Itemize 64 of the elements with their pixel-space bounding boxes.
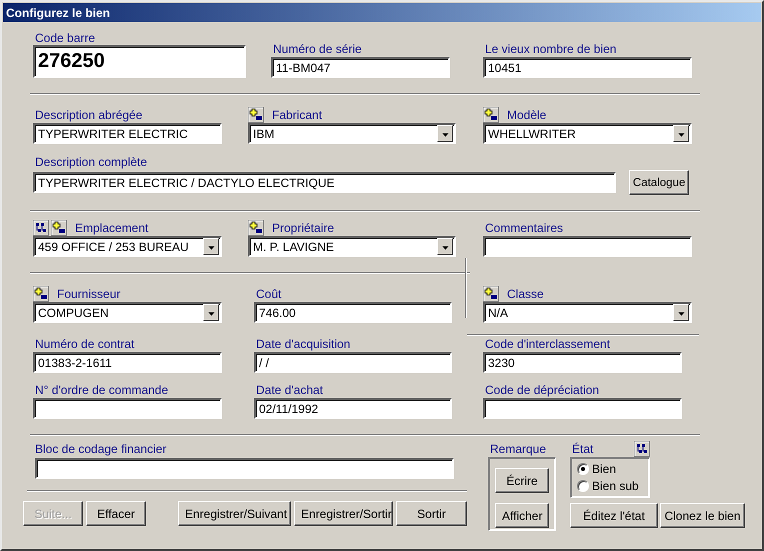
field-label: Code d'interclassement	[484, 337, 610, 351]
text-field[interactable]: TYPERWRITER ELECTRIC / DACTYLO ELECTRIQUE	[33, 172, 616, 193]
group-label: Remarque	[489, 442, 548, 457]
field-label: Bloc de codage financier	[34, 442, 168, 458]
dropdown-field[interactable]: M. P. LAVIGNE	[248, 236, 456, 257]
field-label: Coût	[255, 287, 282, 301]
button[interactable]: Enregistrer/Sortir	[294, 501, 393, 526]
text-field[interactable]	[483, 398, 682, 419]
field-label: Classe	[506, 287, 544, 301]
text-field[interactable]	[35, 458, 454, 479]
plus-minus-icon[interactable]	[483, 286, 499, 302]
field-label: Fournisseur	[56, 287, 120, 301]
radio-button[interactable]	[577, 463, 589, 475]
button[interactable]: Enregistrer/Suivant	[178, 501, 291, 526]
text-field[interactable]: 01383-2-1611	[33, 352, 222, 373]
radio-label: Bien sub	[592, 479, 639, 493]
field-label: Emplacement	[74, 221, 148, 235]
text-field[interactable]: 10451	[483, 57, 692, 78]
dropdown-field[interactable]: IBM	[248, 123, 456, 144]
plus-minus-icon[interactable]	[248, 107, 264, 123]
group-label: État	[571, 442, 594, 457]
text-field[interactable]: 11-BM047	[271, 57, 450, 78]
hierarchy-icon[interactable]	[634, 441, 650, 457]
button[interactable]: Clonez le bien	[660, 503, 745, 528]
field-label: Description abrégée	[34, 108, 142, 122]
field-label: Commentaires	[484, 221, 564, 235]
field-label: Date d'achat	[255, 383, 324, 397]
text-field[interactable]: 3230	[483, 352, 682, 373]
field-label: Modèle	[506, 108, 546, 122]
window-title: Configurez le bien	[6, 6, 110, 20]
button[interactable]: Afficher	[495, 503, 549, 528]
plus-minus-icon[interactable]	[33, 286, 49, 302]
button[interactable]: Écrire	[495, 468, 549, 493]
plus-minus-icon[interactable]	[483, 107, 499, 123]
field-label: Fabricant	[271, 108, 322, 122]
field-label: Description complète	[34, 155, 148, 169]
text-field[interactable]: / /	[254, 352, 452, 373]
field-label: Le vieux nombre de bien	[484, 42, 616, 56]
field-label: Numéro de série	[272, 42, 362, 56]
dropdown-field[interactable]: WHELLWRITER	[483, 123, 692, 144]
text-field[interactable]: 746.00	[254, 302, 452, 323]
hierarchy-icon[interactable]	[33, 220, 49, 236]
plus-minus-icon[interactable]	[51, 220, 67, 236]
plus-minus-icon[interactable]	[248, 220, 264, 236]
field-label: Date d'acquisition	[255, 337, 350, 351]
dropdown-field[interactable]: N/A	[483, 302, 692, 323]
text-field[interactable]: 276250	[33, 45, 246, 78]
radio-button[interactable]	[577, 480, 589, 492]
field-label: Code barre	[34, 30, 96, 44]
button[interactable]: Catalogue	[629, 170, 689, 195]
text-field[interactable]: 02/11/1992	[254, 398, 452, 419]
field-label: Code de dépréciation	[484, 383, 600, 397]
field-label: N° d'ordre de commande	[34, 383, 168, 397]
text-field[interactable]	[33, 398, 222, 419]
field-label: Numéro de contrat	[34, 337, 134, 351]
text-field[interactable]: TYPERWRITER ELECTRIC	[33, 123, 222, 144]
dropdown-field[interactable]: COMPUGEN	[33, 302, 222, 323]
button[interactable]: Effacer	[86, 501, 146, 526]
field-label: Propriétaire	[271, 221, 334, 235]
radio-label: Bien	[592, 462, 616, 476]
text-field[interactable]	[483, 236, 692, 257]
dropdown-field[interactable]: 459 OFFICE / 253 BUREAU	[33, 236, 222, 257]
button[interactable]: Sortir	[396, 501, 467, 526]
button[interactable]: Éditez l'état	[570, 503, 658, 528]
